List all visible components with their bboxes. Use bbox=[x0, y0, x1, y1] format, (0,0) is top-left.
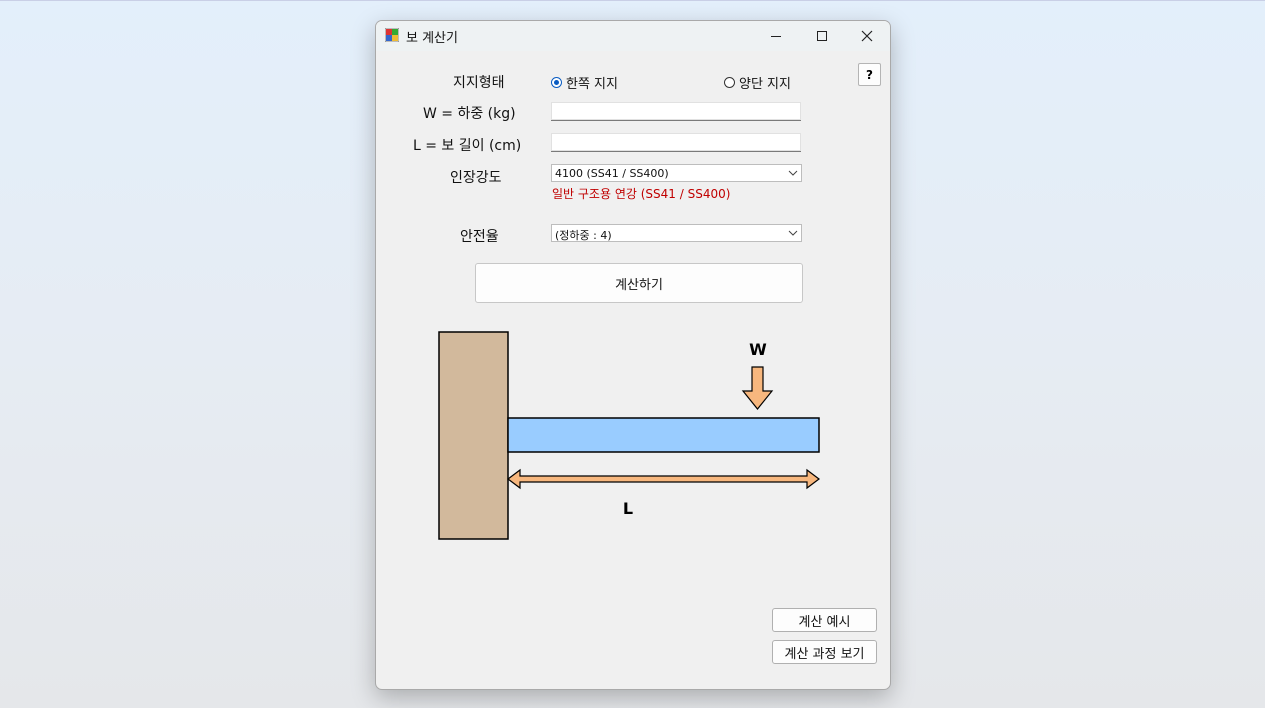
load-arrow-icon bbox=[741, 366, 774, 410]
load-symbol: W bbox=[749, 340, 767, 359]
wall-support bbox=[438, 331, 509, 540]
length-dimension-arrow-icon bbox=[507, 468, 820, 490]
beam-diagram: W L bbox=[438, 331, 820, 540]
length-symbol: L bbox=[623, 499, 633, 518]
desktop-top-line bbox=[0, 0, 1265, 1]
beam-bar bbox=[507, 417, 820, 453]
calculation-example-button[interactable]: 계산 예시 bbox=[772, 608, 877, 632]
beam-calculator-window: 보 계산기 지지형태 한쪽 지지 양단 지지 ? W = 하중 (kg) L =… bbox=[375, 20, 891, 690]
show-calculation-process-button[interactable]: 계산 과정 보기 bbox=[772, 640, 877, 664]
